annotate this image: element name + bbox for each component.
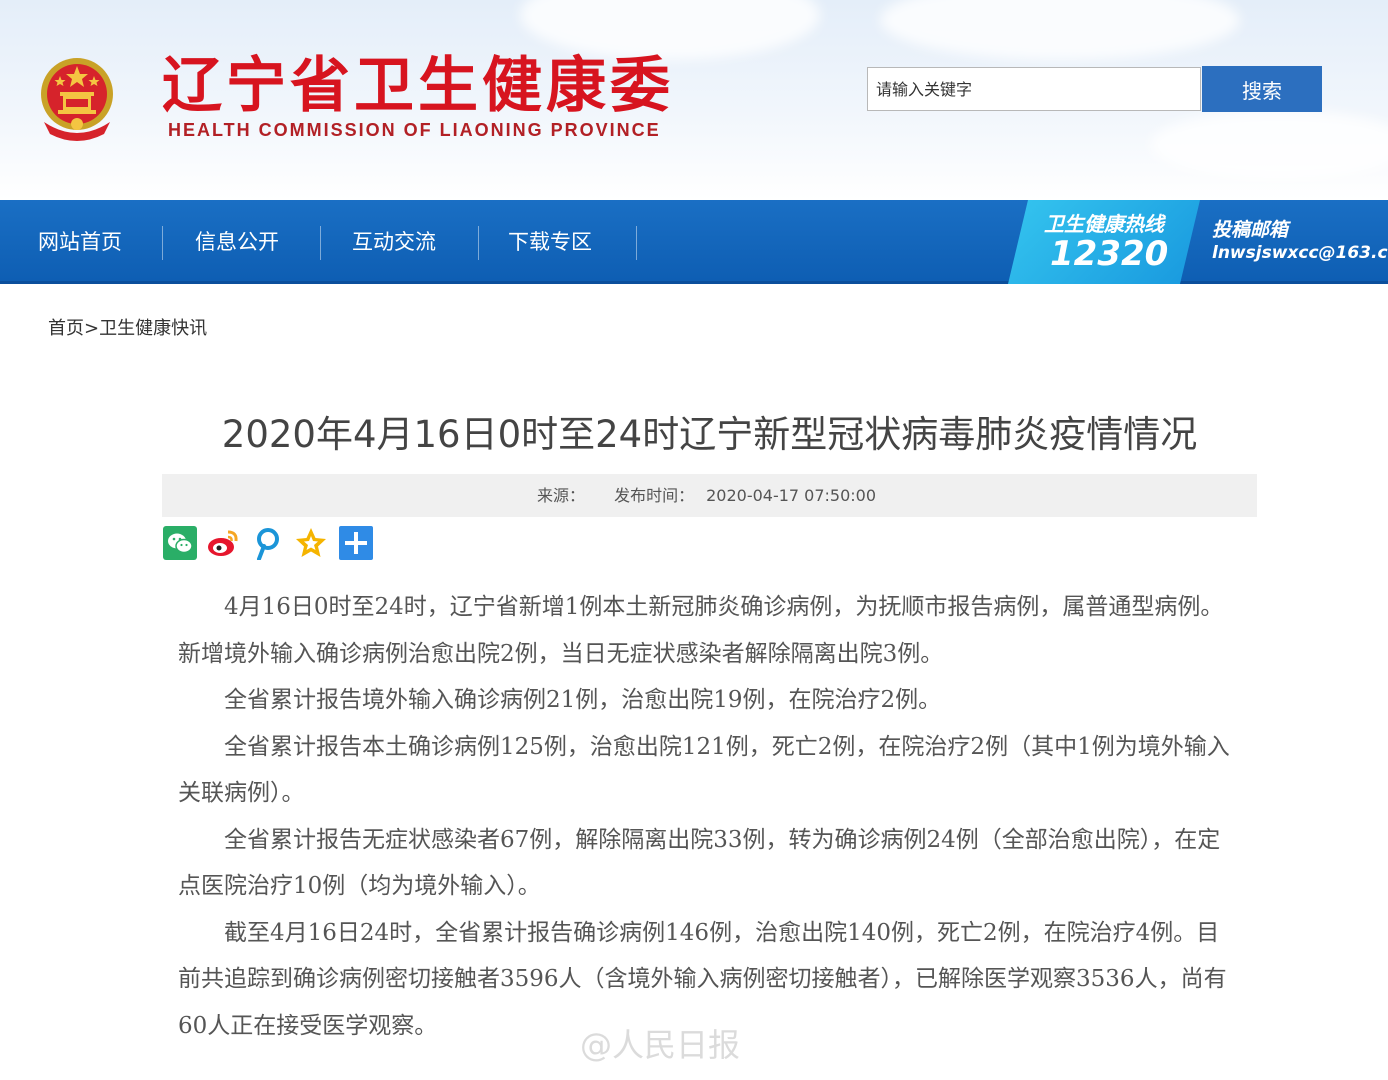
share-wechat-button[interactable]: [163, 526, 197, 560]
hotline-label: 卫生健康热线: [1044, 212, 1164, 236]
article-paragraph: 全省累计报告无症状感染者67例，解除隔离出院33例，转为确诊病例24例（全部治愈…: [178, 826, 1221, 900]
header-cloud: [1150, 110, 1388, 180]
search-input[interactable]: [867, 67, 1201, 111]
share-pinterest-button[interactable]: [250, 526, 284, 560]
breadcrumb-home[interactable]: 首页: [48, 318, 84, 339]
share-more-button[interactable]: [339, 526, 373, 560]
nav-divider: [478, 226, 479, 260]
source-label: 来源：: [536, 486, 585, 505]
article-paragraph: 全省累计报告本土确诊病例125例，治愈出院121例，死亡2例，在院治疗2例（其中…: [178, 733, 1230, 807]
article-body: 4月16日0时至24时，辽宁省新增1例本土新冠肺炎确诊病例，为抚顺市报告病例，属…: [178, 584, 1240, 1049]
share-favorite-button[interactable]: [294, 526, 328, 560]
national-emblem-icon: [41, 58, 113, 141]
watermark: @人民日报: [580, 1026, 741, 1064]
more-plus-icon: [339, 526, 373, 560]
mailbox-email[interactable]: lnwsjswxcc@163.com: [1212, 243, 1388, 263]
nav-item-interaction[interactable]: 互动交流: [352, 200, 436, 284]
nav-divider: [320, 226, 321, 260]
search-button[interactable]: 搜索: [1202, 66, 1322, 112]
pinterest-icon: [257, 528, 279, 560]
hotline-banner: 卫生健康热线 12320: [1008, 200, 1200, 284]
weibo-icon: [208, 530, 238, 556]
site-subtitle: HEALTH COMMISSION OF LIAONING PROVINCE: [168, 120, 661, 140]
favorite-star-icon: [296, 528, 326, 557]
publish-time: 2020-04-17 07:50:00: [706, 486, 877, 505]
breadcrumb-separator: >: [84, 318, 100, 339]
wechat-icon: [163, 526, 197, 560]
nav-divider: [162, 226, 163, 260]
nav-item-home[interactable]: 网站首页: [38, 200, 122, 284]
breadcrumb-current[interactable]: 卫生健康快讯: [99, 318, 207, 339]
site-title: 辽宁省卫生健康委: [162, 51, 674, 121]
header-cloud: [880, 0, 1240, 60]
article-paragraph: 4月16日0时至24时，辽宁省新增1例本土新冠肺炎确诊病例，为抚顺市报告病例，属…: [178, 594, 1224, 667]
nav-item-downloads[interactable]: 下载专区: [508, 200, 592, 284]
nav-item-info-disclosure[interactable]: 信息公开: [195, 200, 279, 284]
site-header: 辽宁省卫生健康委 HEALTH COMMISSION OF LIAONING P…: [0, 0, 1388, 200]
nav-divider: [636, 226, 637, 260]
breadcrumb: 首页>卫生健康快讯: [48, 314, 207, 340]
article-paragraph: 全省累计报告境外输入确诊病例21例，治愈出院19例，在院治疗2例。: [224, 687, 942, 713]
hotline-number: 12320: [1050, 234, 1169, 274]
mailbox-label: 投稿邮箱: [1212, 219, 1289, 241]
share-weibo-button[interactable]: [206, 526, 240, 560]
publish-label: 发布时间：: [614, 486, 695, 505]
article-meta: 来源： 发布时间： 2020-04-17 07:50:00: [162, 474, 1257, 517]
article-title: 2020年4月16日0时至24时辽宁新型冠状病毒肺炎疫情情况: [221, 413, 1198, 456]
